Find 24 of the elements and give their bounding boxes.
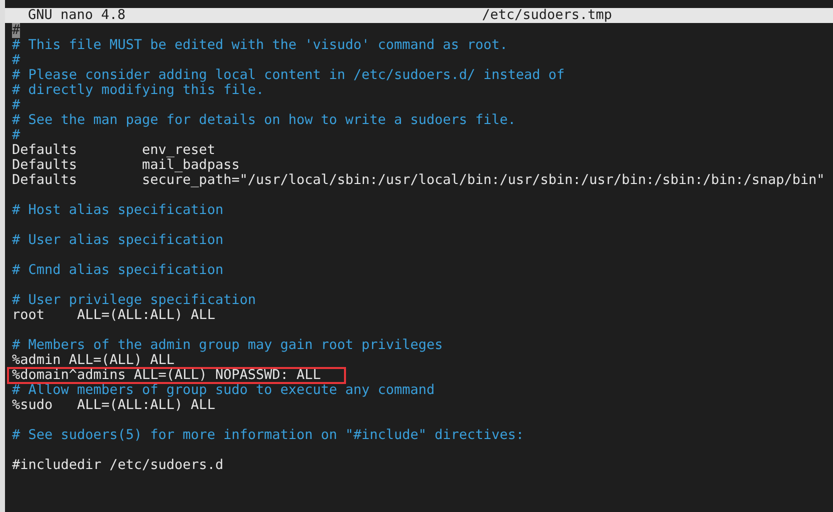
code-line: Defaults mail_badpass — [12, 158, 240, 173]
code-line: root ALL=(ALL:ALL) ALL — [12, 308, 216, 323]
code-line: Defaults env_reset — [12, 143, 216, 158]
code-line: # See the man page for details on how to write a sudoers file. — [12, 113, 516, 128]
code-line: %sudo ALL=(ALL:ALL) ALL — [12, 398, 216, 413]
code-line: # — [12, 53, 20, 68]
file-name: /etc/sudoers.tmp — [482, 8, 612, 23]
code-line: # Host alias specification — [12, 203, 224, 218]
code-line: # User privilege specification — [12, 293, 256, 308]
code-line: #includedir /etc/sudoers.d — [12, 458, 224, 473]
code-line: # Members of the admin group may gain root privileges — [12, 338, 443, 353]
code-line: # Cmnd alias specification — [12, 263, 224, 278]
code-line: # — [12, 128, 20, 143]
code-line: # Please consider adding local content in /etc/sudoers.d/ instead of — [12, 68, 565, 83]
code-line: # — [12, 98, 20, 113]
code-line: %admin ALL=(ALL) ALL — [12, 353, 175, 368]
code-line: # User alias specification — [12, 233, 224, 248]
code-line: %domain^admins ALL=(ALL) NOPASSWD: ALL — [12, 369, 321, 382]
code-line: # directly modifying this file. — [12, 83, 264, 98]
code-line: Defaults secure_path="/usr/local/sbin:/usr/local/bin:/usr/sbin:/usr/bin:/sbin:/bin:/snap/bin" — [12, 173, 825, 188]
code-line: # Allow members of group sudo to execute any command — [12, 383, 435, 398]
code-line: # See sudoers(5) for more information on "#include" directives: — [12, 428, 524, 443]
code-line: # This file MUST be edited with the 'visudo' command as root. — [12, 38, 508, 53]
app-version: GNU nano 4.8 — [28, 8, 126, 23]
